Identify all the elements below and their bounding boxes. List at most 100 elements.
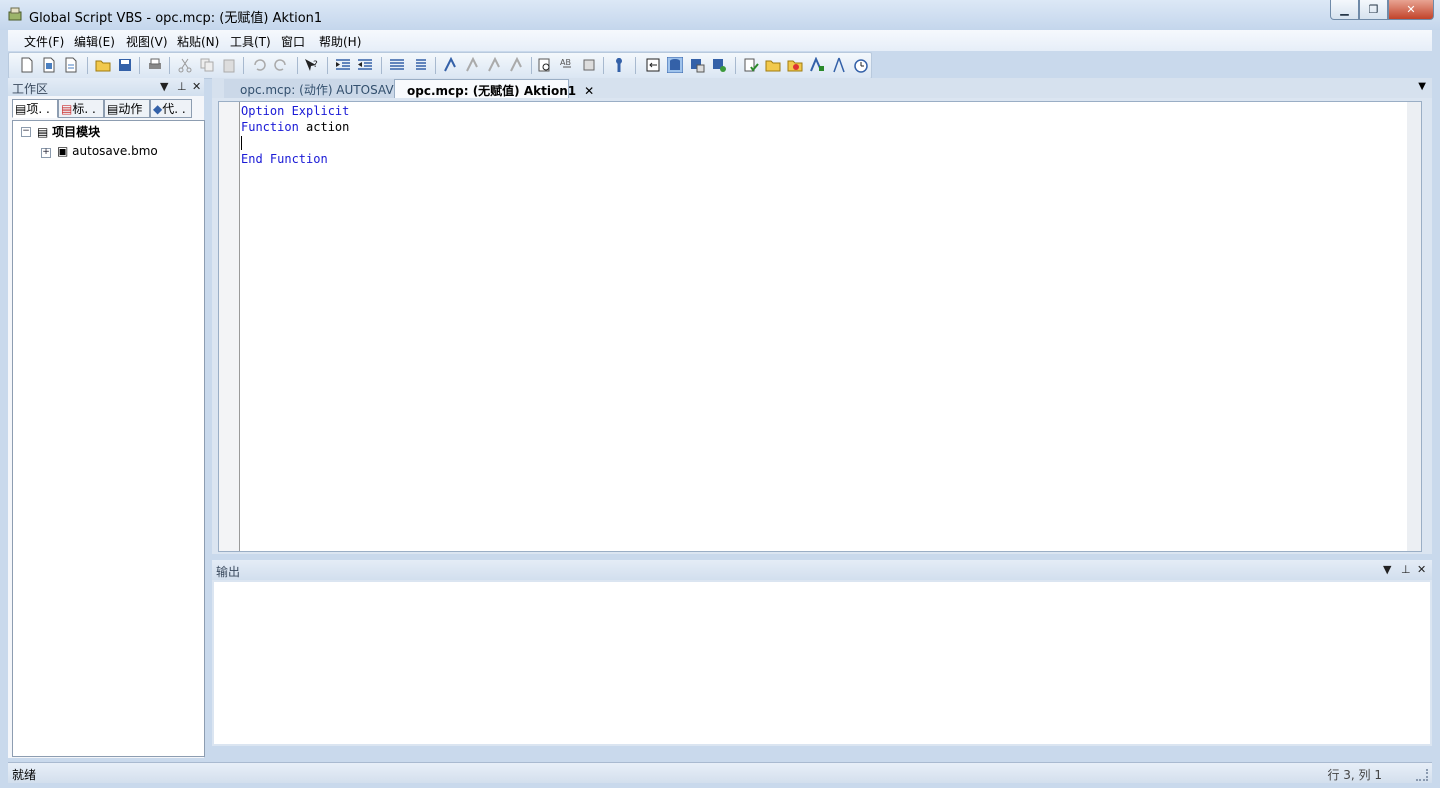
syntax-check-icon[interactable] <box>611 57 627 73</box>
tree-item[interactable]: ▣ autosave.bmo <box>57 144 158 158</box>
menu-paste[interactable]: 粘贴(N) <box>177 33 219 50</box>
save-icon[interactable] <box>117 57 133 73</box>
trigger-icon[interactable] <box>711 57 727 73</box>
line-gutter <box>219 102 240 551</box>
minimize-button[interactable]: ▁ <box>1330 0 1359 20</box>
find-icon[interactable] <box>537 57 553 73</box>
goto-icon[interactable] <box>581 57 597 73</box>
bookmark-prev-icon[interactable] <box>487 57 503 73</box>
new-action-icon[interactable] <box>63 57 79 73</box>
svg-text:?: ? <box>313 60 318 70</box>
status-bar: 就绪 行 3, 列 1 <box>8 762 1432 783</box>
bookmark-next-icon[interactable] <box>465 57 481 73</box>
tree-root[interactable]: ▤ 项目模块 <box>37 123 100 140</box>
replace-icon[interactable]: AB <box>559 57 575 73</box>
project-icon: ▤ <box>15 102 27 116</box>
expand-icon[interactable]: + <box>41 148 51 158</box>
editor-area: opc.mcp: (动作) AUTOSAVE opc.mcp: (无赋值) Ak… <box>212 78 1432 554</box>
identifier: action <box>298 120 350 134</box>
tab-code[interactable]: ◆代. . <box>150 99 192 118</box>
document-tabs: opc.mcp: (动作) AUTOSAVE opc.mcp: (无赋值) Ak… <box>212 78 1432 98</box>
folder-icon[interactable] <box>765 57 781 73</box>
close-window-button[interactable]: ✕ <box>1388 0 1434 20</box>
import-icon[interactable] <box>645 57 661 73</box>
pin-icon[interactable]: ⊥ <box>1401 563 1411 576</box>
tag-icon[interactable] <box>689 57 705 73</box>
undo-icon[interactable] <box>251 57 267 73</box>
bookmark-set-icon[interactable] <box>443 57 459 73</box>
project-tree: − ▤ 项目模块 + ▣ autosave.bmo <box>12 120 205 757</box>
close-panel-icon[interactable]: ✕ <box>192 80 201 93</box>
redo-icon[interactable] <box>273 57 289 73</box>
code-icon: ◆ <box>153 102 163 116</box>
code-line-4: End Function <box>241 152 328 166</box>
tab-label: opc.mcp: (无赋值) Aktion1 <box>407 84 577 98</box>
dropdown-icon[interactable]: ▼ <box>1383 563 1391 576</box>
tree-item-label: autosave.bmo <box>72 144 158 158</box>
dropdown-icon[interactable]: ▼ <box>160 80 168 93</box>
collapse-icon[interactable]: − <box>21 127 31 137</box>
tab-label: opc.mcp: (动作) AUTOSAVE <box>240 83 402 97</box>
tab-project[interactable]: ▤项. . <box>12 99 58 118</box>
open-folder-icon[interactable] <box>95 57 111 73</box>
outdent-icon[interactable] <box>357 57 373 73</box>
bookmark-clear-icon[interactable] <box>509 57 525 73</box>
tab-label: 项. . <box>26 102 50 116</box>
alarm-clock-icon[interactable] <box>853 57 869 73</box>
new-project-icon[interactable] <box>41 57 57 73</box>
output-header: 输出 ▼ ⊥ ✕ <box>212 560 1432 580</box>
workspace-title: 工作区 <box>12 82 49 96</box>
keyword: End Function <box>241 152 328 166</box>
action-icon[interactable] <box>809 57 825 73</box>
pin-icon[interactable]: ⊥ <box>177 80 187 93</box>
restore-icon: ❐ <box>1368 3 1379 16</box>
code-line-2: Function action <box>241 120 349 134</box>
print-icon[interactable] <box>147 57 163 73</box>
maximize-button[interactable]: ❐ <box>1359 0 1388 20</box>
workspace-panel: 工作区 ▼ ⊥ ✕ ▤项. . ▤标. . ▤动作 ◆代. . − ▤ 项目模块… <box>8 78 205 758</box>
cut-icon[interactable] <box>177 57 193 73</box>
close-tab-icon[interactable]: ✕ <box>584 84 594 98</box>
tab-autosave[interactable]: opc.mcp: (动作) AUTOSAVE <box>224 79 401 98</box>
paste-icon[interactable] <box>221 57 237 73</box>
tab-list-icon[interactable]: ▼ <box>1418 81 1426 92</box>
compile-icon[interactable] <box>743 57 759 73</box>
indent-icon[interactable] <box>335 57 351 73</box>
context-help-icon[interactable]: ? <box>303 57 319 73</box>
menu-help[interactable]: 帮助(H) <box>319 33 361 50</box>
resize-grip-icon[interactable] <box>1416 769 1428 781</box>
module-icon: ▤ <box>37 125 49 139</box>
tab-standard[interactable]: ▤标. . <box>58 99 104 118</box>
close-panel-icon[interactable]: ✕ <box>1417 563 1426 576</box>
menu-edit[interactable]: 编辑(E) <box>74 33 115 50</box>
workspace-header: 工作区 ▼ ⊥ ✕ <box>8 78 204 96</box>
keyword: Option Explicit <box>241 104 350 118</box>
tab-actions[interactable]: ▤动作 <box>104 99 150 118</box>
output-panel: 输出 ▼ ⊥ ✕ <box>212 560 1432 746</box>
app-icon <box>8 7 22 21</box>
menu-view[interactable]: 视图(V) <box>126 33 168 50</box>
tab-label: 标. . <box>72 102 96 116</box>
menu-window[interactable]: 窗口 <box>281 33 305 50</box>
text-caret <box>241 136 242 150</box>
code-line-1: Option Explicit <box>241 104 349 118</box>
code-editor[interactable]: Option Explicit Function action End Func… <box>218 101 1422 552</box>
menu-tools[interactable]: 工具(T) <box>230 33 271 50</box>
script-file-icon: ▣ <box>57 144 69 158</box>
uncomment-icon[interactable] <box>411 57 427 73</box>
database-icon[interactable] <box>667 57 683 73</box>
comment-icon[interactable] <box>389 57 405 73</box>
menu-bar: 文件(F) 编辑(E) 视图(V) 粘贴(N) 工具(T) 窗口 帮助(H) <box>8 30 1432 51</box>
tab-aktion1[interactable]: opc.mcp: (无赋值) Aktion1 ✕ <box>394 79 594 98</box>
menu-file[interactable]: 文件(F) <box>24 33 64 50</box>
output-title: 输出 <box>216 565 241 579</box>
main-toolbar: ? AB <box>8 52 872 79</box>
vertical-scrollbar[interactable] <box>1407 102 1421 551</box>
cursor-position: 行 3, 列 1 <box>1327 768 1382 782</box>
compass-icon[interactable] <box>831 57 847 73</box>
add-module-icon[interactable] <box>787 57 803 73</box>
title-bar: Global Script VBS - opc.mcp: (无赋值) Aktio… <box>0 0 1440 30</box>
new-file-icon[interactable] <box>19 57 35 73</box>
output-content[interactable] <box>214 582 1430 744</box>
copy-icon[interactable] <box>199 57 215 73</box>
